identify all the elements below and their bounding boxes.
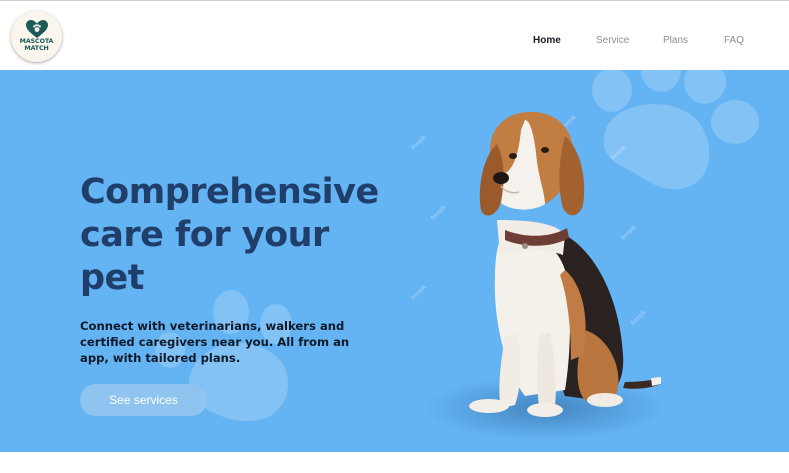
heart-paw-icon	[25, 20, 48, 38]
hero-section: freepik freepik freepik freepik freepik …	[0, 70, 789, 452]
site-header: MASCOTA MATCH Home Service Plans FAQ	[0, 1, 789, 70]
nav-link-service[interactable]: Service	[596, 35, 629, 46]
nav-link-faq[interactable]: FAQ	[724, 35, 744, 46]
brand-name: MASCOTA MATCH	[20, 38, 54, 52]
brand-logo[interactable]: MASCOTA MATCH	[11, 11, 62, 62]
nav-link-home[interactable]: Home	[533, 35, 561, 46]
nav-link-plans[interactable]: Plans	[663, 35, 688, 46]
see-services-button[interactable]: See services	[80, 384, 207, 416]
hero-title: Comprehensive care for your pet	[80, 172, 379, 298]
landing-page: MASCOTA MATCH Home Service Plans FAQ fre…	[0, 0, 789, 473]
page-bottom-strip	[0, 452, 789, 473]
beagle-dog-photo	[425, 111, 665, 440]
brand-name-line2: MATCH	[24, 44, 49, 52]
hero-subtitle: Connect with veterinarians, walkers and …	[80, 319, 350, 365]
